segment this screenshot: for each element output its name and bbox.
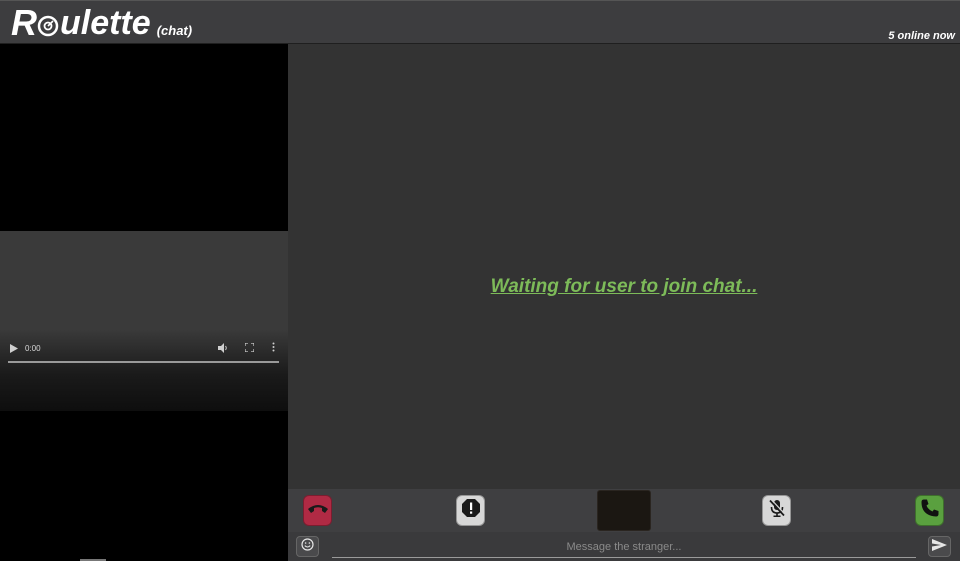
report-button[interactable] — [456, 495, 485, 526]
logo-text: ulette — [60, 4, 151, 42]
chat-area: Waiting for user to join chat... — [288, 44, 960, 489]
smiley-icon — [301, 537, 314, 556]
send-button[interactable] — [928, 536, 951, 557]
logo-letter-r: R — [11, 2, 37, 43]
header: R ulette (chat) 5 online now — [0, 0, 960, 44]
start-call-button[interactable] — [915, 495, 944, 526]
logo-subtitle: (chat) — [156, 23, 193, 38]
online-count: 5 online now — [888, 30, 955, 42]
more-options-icon[interactable] — [272, 342, 275, 354]
play-icon[interactable] — [10, 344, 18, 355]
emoji-button[interactable] — [296, 536, 319, 557]
send-icon — [932, 538, 947, 556]
mic-off-icon — [767, 498, 787, 523]
mute-button[interactable] — [762, 495, 791, 526]
waiting-message: Waiting for user to join chat... — [490, 276, 758, 297]
app-root: R ulette (chat) 5 online now 0:00 Waitin… — [0, 0, 960, 561]
phone-hangup-icon — [307, 502, 329, 520]
video-player[interactable]: 0:00 — [0, 231, 288, 411]
message-input[interactable] — [332, 536, 916, 558]
volume-icon[interactable] — [218, 343, 228, 355]
message-bar — [288, 532, 960, 561]
video-time: 0:00 — [25, 344, 41, 353]
fullscreen-icon[interactable] — [244, 342, 255, 354]
stranger-video-panel: 0:00 — [0, 44, 288, 561]
roulette-wheel-icon — [37, 15, 59, 37]
alert-icon — [461, 498, 481, 523]
phone-icon — [920, 498, 940, 523]
end-call-button[interactable] — [303, 495, 332, 526]
call-toolbar — [288, 489, 960, 532]
logo[interactable]: R ulette (chat) — [11, 2, 193, 43]
video-progress-bar[interactable] — [8, 361, 279, 363]
self-video-preview — [597, 490, 651, 531]
